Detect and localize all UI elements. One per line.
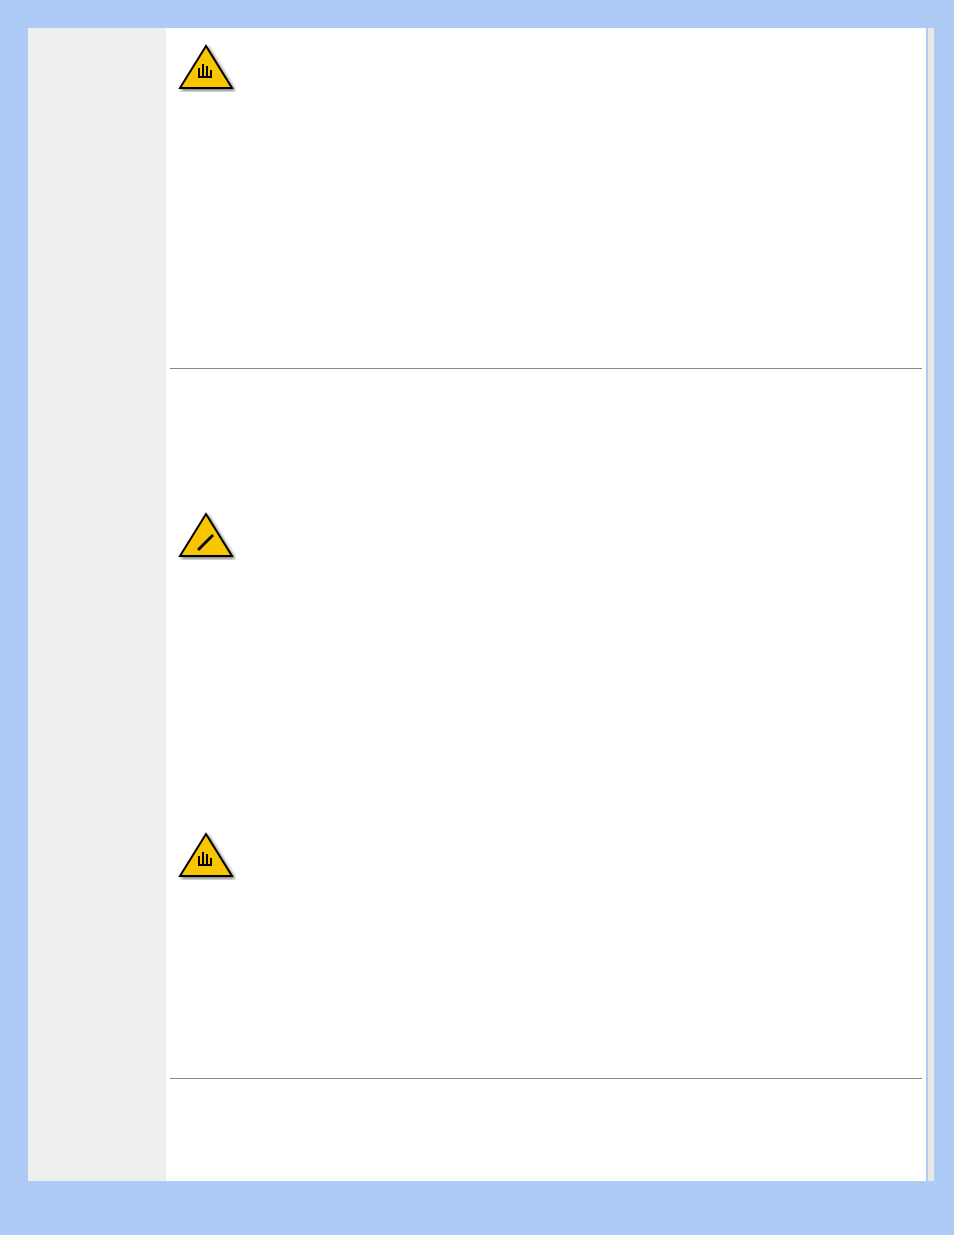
left-sidebar (28, 28, 166, 1181)
warning-hand-icon (176, 832, 236, 880)
content-area (166, 28, 926, 1181)
scrollbar-track[interactable] (928, 28, 934, 1181)
page-frame (28, 28, 926, 1181)
warning-hand-icon (176, 44, 236, 92)
divider (170, 1078, 922, 1079)
warning-write-icon (176, 512, 236, 560)
divider (170, 368, 922, 369)
